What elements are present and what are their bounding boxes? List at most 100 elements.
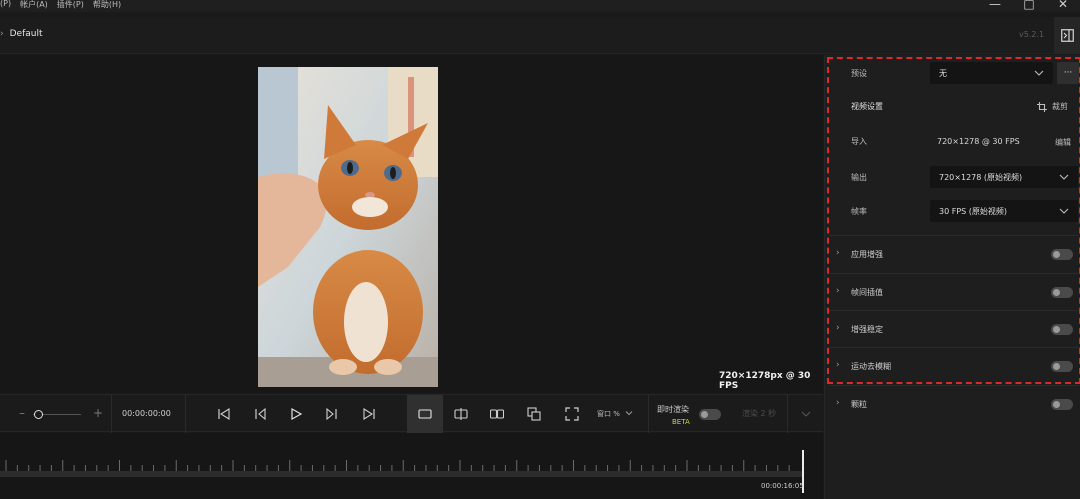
feature-row-enhance[interactable]: › 应用增强 xyxy=(825,236,1080,273)
feature-row-stabilize[interactable]: › 增强稳定 xyxy=(825,311,1080,348)
fullscreen-button[interactable] xyxy=(562,405,582,423)
feature-row-grain[interactable]: › 颗粒 xyxy=(825,386,1080,423)
motion-deblur-toggle[interactable] xyxy=(1051,361,1073,372)
render-options-button[interactable] xyxy=(787,395,823,433)
chevron-right-icon: › xyxy=(836,323,840,333)
preset-select[interactable]: 无 xyxy=(930,62,1053,84)
import-label: 导入 xyxy=(851,137,867,146)
output-label: 输出 xyxy=(851,173,867,182)
video-settings-title: 视频设置 xyxy=(851,102,883,111)
skip-to-start-button[interactable] xyxy=(214,405,234,423)
overlay-view-icon xyxy=(527,407,541,421)
chevron-right-icon: › xyxy=(836,248,840,258)
feature-label: 增强稳定 xyxy=(851,325,883,334)
feature-label: 运动去模糊 xyxy=(851,362,891,371)
current-timecode: 00:00:00:00 xyxy=(122,409,171,418)
side-panel-icon xyxy=(1060,29,1074,42)
zoom-slider-handle[interactable] xyxy=(33,410,43,419)
side-by-side-button[interactable] xyxy=(487,405,507,423)
divider xyxy=(111,395,112,433)
resolution-label: 720×1278px @ 30 FPS xyxy=(719,371,811,391)
previous-frame-icon xyxy=(255,407,266,421)
timeline[interactable]: 00:00:16:05 xyxy=(0,433,823,499)
menu-item-account[interactable]: 帐户(A) xyxy=(20,0,48,10)
edit-button[interactable]: 编辑 xyxy=(1055,137,1071,148)
chevron-down-icon xyxy=(801,411,810,417)
chevron-down-icon xyxy=(1059,174,1069,180)
output-select[interactable]: 720×1278 (原始视频) xyxy=(930,166,1078,188)
project-bar: › Default v5.2.1 xyxy=(0,17,1080,54)
play-button[interactable] xyxy=(286,405,306,423)
single-view-toggle[interactable] xyxy=(415,405,435,423)
window-zoom-value: 窗口 % xyxy=(597,410,620,418)
chevron-down-icon xyxy=(1034,70,1044,76)
chevron-down-icon xyxy=(625,411,633,416)
preset-name: Default xyxy=(9,29,43,39)
previous-frame-button[interactable] xyxy=(250,405,270,423)
timeline-track[interactable] xyxy=(0,471,803,477)
zoom-in-button[interactable]: + xyxy=(93,406,103,420)
feature-label: 颗粒 xyxy=(851,400,867,409)
menu-bar: (P) 帐户(A) 插件(P) 帮助(H) — □ ✕ xyxy=(0,0,1080,12)
crop-label: 裁剪 xyxy=(1052,102,1068,111)
fps-select-value: 30 FPS (原始视频) xyxy=(939,206,1008,216)
zoom-out-button[interactable]: – xyxy=(19,406,25,420)
split-view-button[interactable] xyxy=(451,405,471,423)
panel-toggle-button[interactable] xyxy=(1054,17,1080,54)
playback-controls: – + 00:00:00:00 窗口 % 即时渲染 BETA 渲染 2 秒 xyxy=(0,394,823,433)
ellipsis-icon: ··· xyxy=(1063,68,1073,78)
preset-selector[interactable]: › Default xyxy=(0,29,43,39)
feature-label: 应用增强 xyxy=(851,250,883,259)
crop-button[interactable]: 裁剪 xyxy=(1037,101,1068,112)
live-render-label: 即时渲染 xyxy=(657,405,689,414)
chevron-right-icon: › xyxy=(836,286,840,296)
skip-to-start-icon xyxy=(218,408,230,420)
feature-row-interpolation[interactable]: › 帧间插值 xyxy=(825,274,1080,311)
menu-item-plugins[interactable]: 插件(P) xyxy=(57,0,84,10)
settings-panel: 预设 无 ··· 视频设置 裁剪 导入 720×1278 @ 30 FPS 编辑… xyxy=(824,55,1080,499)
render-button[interactable]: 渲染 2 秒 xyxy=(742,408,776,419)
chevron-right-icon: › xyxy=(836,360,840,370)
overlay-view-button[interactable] xyxy=(524,405,544,423)
menu-item-help[interactable]: 帮助(H) xyxy=(93,0,121,10)
chevron-right-icon: › xyxy=(0,29,4,39)
timeline-ruler xyxy=(5,460,790,471)
stabilize-toggle[interactable] xyxy=(1051,324,1073,335)
fullscreen-icon xyxy=(565,407,579,421)
crop-icon xyxy=(1037,101,1047,112)
divider xyxy=(648,395,649,433)
chevron-right-icon: › xyxy=(836,398,840,408)
side-by-side-icon xyxy=(490,409,504,419)
live-render-toggle[interactable] xyxy=(699,409,721,420)
menu-items: (P) 帐户(A) 插件(P) 帮助(H) xyxy=(0,0,121,10)
window-controls: — □ ✕ xyxy=(978,0,1080,11)
more-options-button[interactable]: ··· xyxy=(1057,62,1079,84)
feature-row-motion-deblur[interactable]: › 运动去模糊 xyxy=(825,348,1080,385)
import-value: 720×1278 @ 30 FPS xyxy=(937,137,1020,146)
close-button[interactable]: ✕ xyxy=(1046,0,1080,11)
divider xyxy=(185,395,186,433)
fps-select[interactable]: 30 FPS (原始视频) xyxy=(930,200,1078,222)
grain-toggle[interactable] xyxy=(1051,399,1073,410)
chevron-down-icon xyxy=(1059,208,1069,214)
fps-label: 帧率 xyxy=(851,207,867,216)
feature-label: 帧间插值 xyxy=(851,288,883,297)
output-select-value: 720×1278 (原始视频) xyxy=(939,172,1023,182)
video-preview: 720×1278px @ 30 FPS xyxy=(0,55,823,393)
cat-video-frame xyxy=(258,67,438,387)
window-zoom-select[interactable]: 窗口 % xyxy=(597,409,633,419)
end-timecode: 00:00:16:05 xyxy=(761,482,804,490)
preset-label: 预设 xyxy=(851,69,867,78)
next-frame-icon xyxy=(326,407,337,421)
next-frame-button[interactable] xyxy=(322,405,342,423)
maximize-button[interactable]: □ xyxy=(1012,0,1046,11)
version-label: v5.2.1 xyxy=(1019,30,1045,39)
minimize-button[interactable]: — xyxy=(978,0,1012,11)
skip-to-end-button[interactable] xyxy=(359,405,379,423)
menu-item-p[interactable]: (P) xyxy=(0,0,11,10)
preset-select-value: 无 xyxy=(939,68,947,78)
split-view-icon xyxy=(454,408,468,420)
interpolation-toggle[interactable] xyxy=(1051,287,1073,298)
enhance-toggle[interactable] xyxy=(1051,249,1073,260)
skip-to-end-icon xyxy=(363,408,375,420)
